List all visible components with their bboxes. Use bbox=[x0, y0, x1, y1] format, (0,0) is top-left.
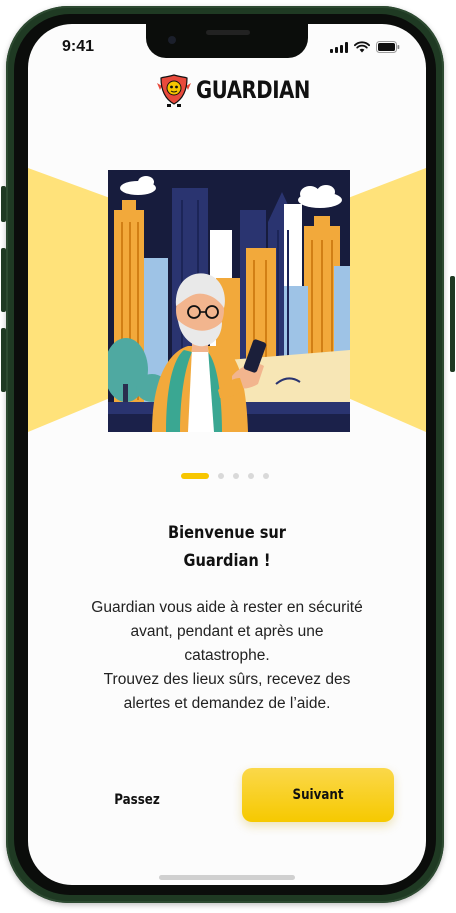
notch bbox=[146, 24, 308, 58]
side-button-volume-down bbox=[1, 328, 6, 392]
next-button-label: Suivant bbox=[292, 787, 344, 803]
shield-mascot-icon bbox=[157, 74, 191, 107]
home-indicator[interactable] bbox=[159, 875, 295, 880]
speaker bbox=[206, 30, 250, 35]
screen: 9:41 GUARDIAN Bienvenue sur Guardian ! G… bbox=[28, 24, 426, 885]
wifi-icon bbox=[354, 41, 370, 53]
status-time: 9:41 bbox=[62, 38, 95, 55]
battery-icon bbox=[376, 41, 400, 53]
page-dot[interactable] bbox=[248, 473, 254, 479]
signal-icon bbox=[330, 41, 348, 53]
left-beam bbox=[28, 168, 110, 432]
pagination-dots bbox=[181, 473, 269, 479]
side-button-mute bbox=[1, 186, 6, 222]
brand-logo: GUARDIAN bbox=[154, 72, 335, 108]
status-icons bbox=[330, 41, 400, 53]
page-dot[interactable] bbox=[263, 473, 269, 479]
page-dot[interactable] bbox=[218, 473, 224, 479]
brand-name: GUARDIAN bbox=[196, 76, 310, 104]
side-button-power bbox=[450, 276, 455, 372]
page-dot-active[interactable] bbox=[181, 473, 209, 479]
next-button[interactable]: Suivant bbox=[242, 768, 394, 822]
page-dot[interactable] bbox=[233, 473, 239, 479]
skip-button[interactable]: Passez bbox=[104, 783, 170, 817]
onboarding-illustration bbox=[108, 170, 350, 432]
right-beam bbox=[348, 168, 426, 432]
camera-icon bbox=[168, 36, 176, 44]
side-button-volume-up bbox=[1, 248, 6, 312]
onboarding-title: Bienvenue sur Guardian ! bbox=[167, 523, 287, 571]
onboarding-description: Guardian vous aide à rester en sécurité … bbox=[91, 599, 363, 712]
